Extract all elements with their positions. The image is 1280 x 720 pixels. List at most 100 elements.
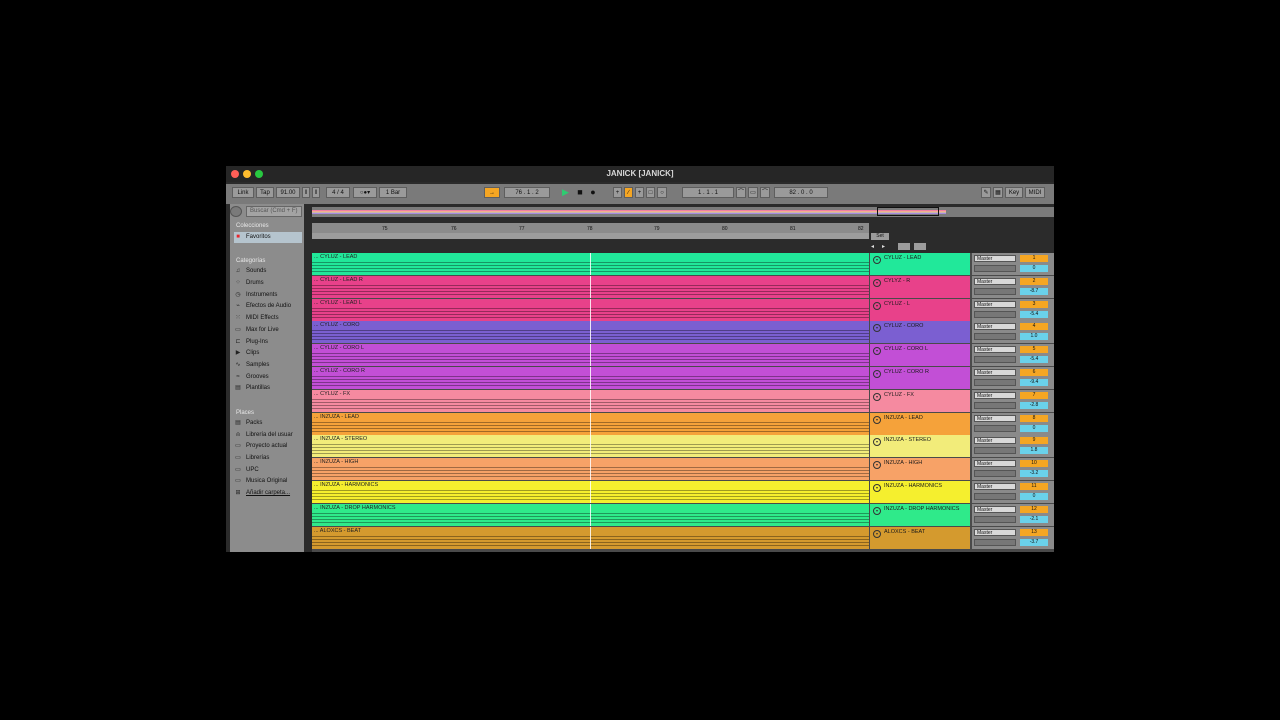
tap-tempo-button[interactable]: Tap bbox=[256, 187, 274, 198]
next-locator-icon[interactable]: ▸ bbox=[882, 243, 890, 251]
output-channel-select[interactable] bbox=[974, 447, 1016, 454]
volume-field[interactable]: -2.1 bbox=[1020, 516, 1048, 523]
output-channel-select[interactable] bbox=[974, 311, 1016, 318]
arrangement-clip[interactable]: ... CYLUZ - CORO L bbox=[312, 344, 869, 366]
volume-field[interactable]: -5.4 bbox=[1020, 356, 1048, 363]
category-sounds[interactable]: ♫ Sounds bbox=[234, 266, 302, 277]
arrangement-clip[interactable]: ... CYLUZ - FX bbox=[312, 390, 869, 412]
track-header[interactable]: ▾ CYLUZ - L bbox=[870, 299, 970, 321]
category-templates[interactable]: ▤ Plantillas bbox=[234, 383, 302, 394]
output-select[interactable]: Master bbox=[974, 437, 1016, 444]
loop-start-field[interactable]: 1 . 1 . 1 bbox=[682, 187, 734, 198]
track-row[interactable]: ... INZUZA - LEAD ▾ INZUZA - LEAD Master 8 0 bbox=[312, 413, 1054, 435]
arrangement-clip[interactable]: ... INZUZA - HIGH bbox=[312, 458, 869, 480]
track-row[interactable]: ... INZUZA - HARMONICS ▾ INZUZA - HARMONIC… bbox=[312, 481, 1054, 503]
category-audio-effects[interactable]: ⌁ Efectos de Audio bbox=[234, 301, 302, 312]
lock-icon[interactable] bbox=[914, 243, 926, 250]
track-header[interactable]: ▾ INZUZA - DROP HARMONICS bbox=[870, 504, 970, 526]
place-current-project[interactable]: ▭ Proyecto actual bbox=[234, 441, 302, 452]
track-header[interactable]: ▾ INZUZA - HARMONICS bbox=[870, 481, 970, 503]
song-position-field[interactable]: 76 . 1 . 2 bbox=[504, 187, 550, 198]
session-record-icon[interactable]: □ bbox=[646, 187, 655, 198]
volume-field[interactable]: 0 bbox=[1020, 265, 1048, 272]
volume-field[interactable]: -3.7 bbox=[1020, 539, 1048, 546]
category-samples[interactable]: ∿ Samples bbox=[234, 360, 302, 371]
track-header[interactable]: ▾ CYLUZ - CORO R bbox=[870, 367, 970, 389]
capture-icon[interactable]: + bbox=[635, 187, 644, 198]
volume-field[interactable]: -5.4 bbox=[1020, 311, 1048, 318]
output-channel-select[interactable] bbox=[974, 265, 1016, 272]
nudge-down-icon[interactable]: ‖ bbox=[302, 187, 310, 198]
loop-length-field[interactable]: 82 . 0 . 0 bbox=[774, 187, 828, 198]
fold-icon[interactable]: ▾ bbox=[873, 279, 881, 287]
category-midi-effects[interactable]: ⁙ MIDI Effects bbox=[234, 313, 302, 324]
arrangement-clip[interactable]: ... CYLUZ - CORO R bbox=[312, 367, 869, 389]
output-channel-select[interactable] bbox=[974, 425, 1016, 432]
output-select[interactable]: Master bbox=[974, 506, 1016, 513]
track-activator-button[interactable]: 6 bbox=[1020, 369, 1048, 376]
output-channel-select[interactable] bbox=[974, 516, 1016, 523]
metronome-button[interactable]: ○●▾ bbox=[353, 187, 377, 198]
track-activator-button[interactable]: 2 bbox=[1020, 278, 1048, 285]
track-row[interactable]: ... CYLUZ - FX ▾ CYLUZ - FX Master 7 -2.8 bbox=[312, 390, 1054, 412]
preview-icon[interactable] bbox=[230, 206, 242, 217]
arrangement-clip[interactable]: ... CYLUZ - CORO bbox=[312, 321, 869, 343]
output-select[interactable]: Master bbox=[974, 255, 1016, 262]
track-activator-button[interactable]: 12 bbox=[1020, 506, 1048, 513]
category-clips[interactable]: ▶ Clips bbox=[234, 348, 302, 359]
track-header[interactable]: ▾ CYLUZ - FX bbox=[870, 390, 970, 412]
fold-icon[interactable]: ▾ bbox=[873, 256, 881, 264]
track-row[interactable]: ... INZUZA - HIGH ▾ INZUZA - HIGH Master 10 -… bbox=[312, 458, 1054, 480]
track-row[interactable]: ... CYLUZ - LEAD L ▾ CYLUZ - L Master 3 -5.4 bbox=[312, 299, 1054, 321]
automation-arm-icon[interactable]: ∕ bbox=[624, 187, 633, 198]
fold-icon[interactable]: ▾ bbox=[873, 507, 881, 515]
track-activator-button[interactable]: 1 bbox=[1020, 255, 1048, 262]
track-header[interactable]: ▾ CYLUZ - CORO L bbox=[870, 344, 970, 366]
follow-button[interactable]: → bbox=[484, 187, 500, 198]
set-locator-button[interactable]: Set bbox=[871, 233, 889, 240]
browser-search-input[interactable]: Buscar (Cmd + F) bbox=[246, 206, 302, 217]
output-select[interactable]: Master bbox=[974, 392, 1016, 399]
arrangement-clip[interactable]: ... ALOXCS - BEAT bbox=[312, 527, 869, 549]
arrangement-clip[interactable]: ... CYLUZ - LEAD R bbox=[312, 276, 869, 298]
link-button[interactable]: Link bbox=[232, 187, 254, 198]
prev-locator-icon[interactable]: ◂ bbox=[871, 243, 879, 251]
midi-map-button[interactable]: MIDI bbox=[1025, 187, 1045, 198]
add-folder-link[interactable]: ⊞ Añadir carpeta... bbox=[234, 488, 302, 499]
place-libraries[interactable]: ▭ Librerías bbox=[234, 453, 302, 464]
fold-icon[interactable]: ▾ bbox=[873, 484, 881, 492]
track-row[interactable]: ... ALOXCS - BEAT ▾ ALOXCS - BEAT Master 13 -… bbox=[312, 527, 1054, 549]
loop-brace[interactable] bbox=[312, 233, 869, 239]
output-select[interactable]: Master bbox=[974, 369, 1016, 376]
fold-icon[interactable]: ▾ bbox=[873, 347, 881, 355]
output-channel-select[interactable] bbox=[974, 333, 1016, 340]
track-row[interactable]: ... CYLUZ - CORO ▾ CYLUZ - CORO Master 4 1.0 bbox=[312, 321, 1054, 343]
volume-field[interactable]: 0 bbox=[1020, 493, 1048, 500]
track-activator-button[interactable]: 3 bbox=[1020, 301, 1048, 308]
record-icon[interactable]: ● bbox=[588, 187, 598, 198]
computer-keyboard-icon[interactable]: ▦ bbox=[993, 187, 1003, 198]
track-activator-button[interactable]: 10 bbox=[1020, 460, 1048, 467]
key-map-button[interactable]: Key bbox=[1005, 187, 1023, 198]
fold-icon[interactable]: ▾ bbox=[873, 302, 881, 310]
place-user-library[interactable]: ⍝ Librería del usuar bbox=[234, 430, 302, 441]
output-channel-select[interactable] bbox=[974, 402, 1016, 409]
arrangement-clip[interactable]: ... CYLUZ - LEAD L bbox=[312, 299, 869, 321]
loop-icon[interactable]: ○ bbox=[657, 187, 667, 198]
track-activator-button[interactable]: 5 bbox=[1020, 346, 1048, 353]
output-select[interactable]: Master bbox=[974, 278, 1016, 285]
overview-viewport[interactable] bbox=[877, 207, 939, 216]
track-row[interactable]: ... CYLUZ - CORO L ▾ CYLUZ - CORO L Master 5… bbox=[312, 344, 1054, 366]
track-activator-button[interactable]: 13 bbox=[1020, 529, 1048, 536]
category-instruments[interactable]: ◷ Instruments bbox=[234, 290, 302, 301]
fold-icon[interactable]: ▾ bbox=[873, 461, 881, 469]
category-grooves[interactable]: ≈ Grooves bbox=[234, 372, 302, 383]
tempo-field[interactable]: 91.00 bbox=[276, 187, 300, 198]
arrangement-overview[interactable] bbox=[312, 207, 1054, 217]
output-channel-select[interactable] bbox=[974, 470, 1016, 477]
place-musica-original[interactable]: ▭ Musica Original bbox=[234, 476, 302, 487]
track-activator-button[interactable]: 8 bbox=[1020, 415, 1048, 422]
quantize-select[interactable]: 1 Bar bbox=[379, 187, 407, 198]
arrangement-clip[interactable]: ... INZUZA - STEREO bbox=[312, 435, 869, 457]
arrangement-clip[interactable]: ... INZUZA - DROP HARMONICS bbox=[312, 504, 869, 526]
